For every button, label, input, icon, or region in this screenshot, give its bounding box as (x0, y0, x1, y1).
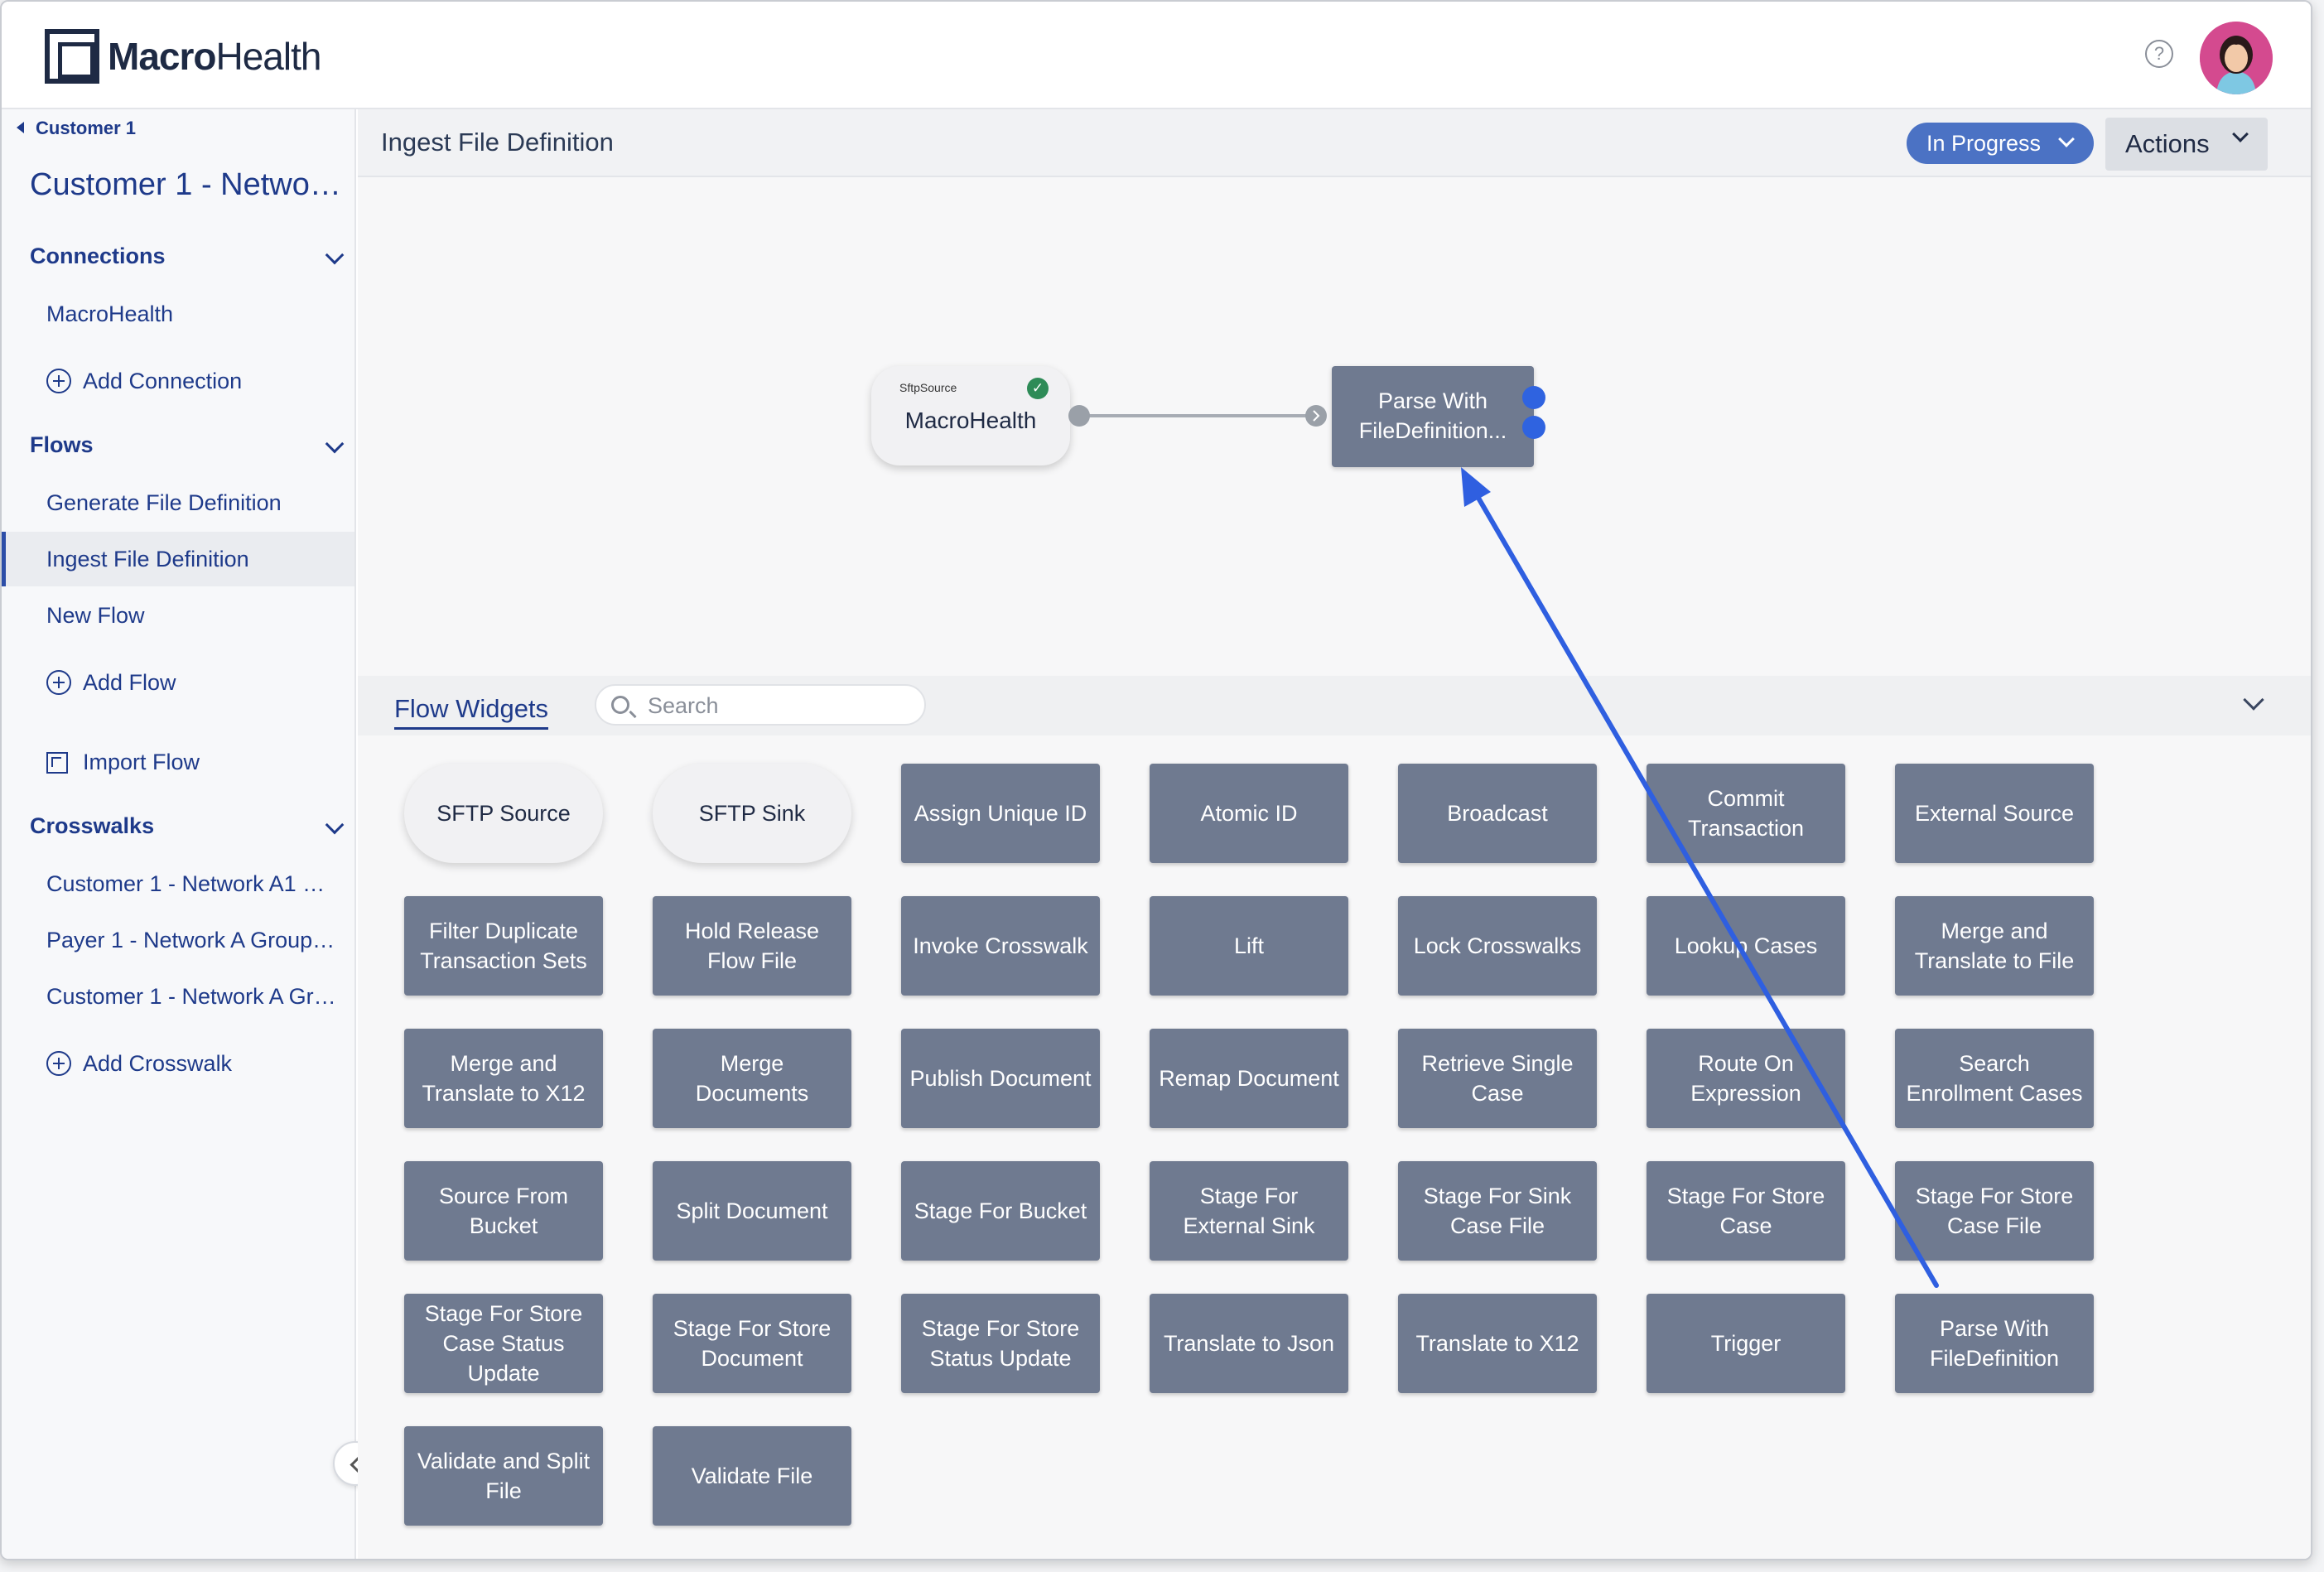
widget-tile[interactable]: Source From Bucket (404, 1161, 603, 1261)
output-port[interactable] (1068, 405, 1090, 427)
widget-tile[interactable]: Stage For Store Document (653, 1294, 851, 1393)
chevron-down-icon (2232, 126, 2249, 142)
chevron-down-icon[interactable] (2243, 689, 2264, 711)
plus-circle-icon (46, 369, 71, 393)
import-flow-button[interactable]: Import Flow (46, 745, 200, 779)
sidebar-item-flow[interactable]: Generate File Definition (2, 475, 354, 530)
caret-left-icon (17, 122, 24, 133)
sidebar-item-connection[interactable]: MacroHealth (2, 287, 354, 341)
flow-header: Ingest File Definition In Progress Actio… (358, 109, 2311, 177)
help-icon[interactable]: ? (2145, 40, 2173, 68)
widget-tile[interactable]: Stage For Sink Case File (1398, 1161, 1597, 1261)
chevron-down-icon (325, 245, 345, 265)
output-port-success[interactable] (1522, 386, 1545, 409)
widget-tile[interactable]: Invoke Crosswalk (901, 896, 1100, 996)
widget-tile[interactable]: Parse With FileDefinition (1895, 1294, 2094, 1393)
widget-search[interactable] (595, 684, 926, 726)
widget-tile[interactable]: SFTP Source (404, 764, 603, 863)
chevron-down-icon (325, 815, 345, 835)
crosswalks-heading[interactable]: Crosswalks (30, 813, 345, 839)
macrohealth-logo[interactable]: MacroHealth (45, 27, 321, 86)
sidebar-item-flow[interactable]: New Flow (2, 588, 354, 643)
status-dropdown[interactable]: In Progress (1907, 123, 2094, 164)
chevron-down-icon (2058, 131, 2075, 147)
project-title: Customer 1 - Network A1 Group Claims (30, 167, 345, 202)
widget-tile[interactable]: Stage For Bucket (901, 1161, 1100, 1261)
sidebar-item-flow-active[interactable]: Ingest File Definition (2, 532, 354, 586)
widget-grid: SFTP Source SFTP Sink Assign Unique ID Atom… (404, 764, 2094, 1526)
widget-tile[interactable]: Trigger (1647, 1294, 1845, 1393)
check-icon: ✓ (1027, 378, 1049, 399)
sidebar: Customer 1 Customer 1 - Network A1 Group… (2, 109, 356, 1559)
widgets-panel-header: Flow Widgets (358, 676, 2311, 735)
widgets-panel: SFTP Source SFTP Sink Assign Unique ID Atom… (358, 735, 2311, 1559)
widget-tile[interactable]: Retrieve Single Case (1398, 1029, 1597, 1128)
widget-tile[interactable]: Remap Document (1150, 1029, 1348, 1128)
widget-tile[interactable]: Validate and Split File (404, 1426, 603, 1526)
top-bar: MacroHealth ? (2, 2, 2311, 109)
app-window: MacroHealth ? Customer 1 Customer 1 - Ne… (0, 0, 2312, 1560)
widget-tile[interactable]: Filter Duplicate Transaction Sets (404, 896, 603, 996)
widget-tile[interactable]: Publish Document (901, 1029, 1100, 1128)
widget-tile[interactable]: Lookup Cases (1647, 896, 1845, 996)
widget-tile[interactable]: Search Enrollment Cases (1895, 1029, 2094, 1128)
widget-tile[interactable]: Stage For Store Status Update (901, 1294, 1100, 1393)
search-icon (611, 696, 629, 714)
user-avatar[interactable] (2200, 22, 2273, 94)
add-connection-button[interactable]: Add Connection (46, 364, 242, 398)
sidebar-item-crosswalk[interactable]: Customer 1 - Network A1 Group Claims (2, 856, 354, 911)
widget-tile[interactable]: Merge and Translate to X12 (404, 1029, 603, 1128)
tab-flow-widgets[interactable]: Flow Widgets (394, 694, 549, 730)
widget-tile[interactable]: Assign Unique ID (901, 764, 1100, 863)
widget-tile[interactable]: Stage For Store Case Status Update (404, 1294, 603, 1393)
widget-tile[interactable]: Lift (1150, 896, 1348, 996)
search-input[interactable] (648, 691, 913, 721)
add-flow-button[interactable]: Add Flow (46, 666, 176, 699)
widget-tile[interactable]: Commit Transaction (1647, 764, 1845, 863)
plus-circle-icon (46, 1051, 71, 1076)
widget-tile[interactable]: Hold Release Flow File (653, 896, 851, 996)
flows-heading[interactable]: Flows (30, 432, 345, 458)
back-link[interactable]: Customer 1 (17, 118, 136, 139)
widget-tile[interactable]: Translate to X12 (1398, 1294, 1597, 1393)
widget-tile[interactable]: Route On Expression (1647, 1029, 1845, 1128)
widget-tile[interactable]: Validate File (653, 1426, 851, 1526)
import-icon (46, 752, 68, 774)
widget-tile[interactable]: SFTP Sink (653, 764, 851, 863)
widget-tile[interactable]: Translate to Json (1150, 1294, 1348, 1393)
widget-tile[interactable]: Stage For Store Case (1647, 1161, 1845, 1261)
logo-mark-icon (45, 29, 99, 84)
connections-heading[interactable]: Connections (30, 244, 345, 269)
chevron-down-icon (325, 434, 345, 454)
widget-tile[interactable]: Stage For Store Case File (1895, 1161, 2094, 1261)
parse-with-filedefinition-node[interactable]: Parse With FileDefinition... (1332, 366, 1534, 467)
widget-tile[interactable]: Atomic ID (1150, 764, 1348, 863)
sidebar-item-crosswalk[interactable]: Customer 1 - Network A Group Claims (2, 969, 354, 1024)
actions-dropdown[interactable]: Actions (2105, 118, 2268, 171)
node-type-label: SftpSource (899, 381, 957, 394)
node-name: MacroHealth (904, 407, 1037, 433)
add-crosswalk-button[interactable]: Add Crosswalk (46, 1047, 232, 1080)
page-title: Ingest File Definition (381, 128, 614, 157)
output-port-failure[interactable] (1522, 416, 1545, 439)
widget-tile[interactable]: Merge Documents (653, 1029, 851, 1128)
widget-tile[interactable]: Split Document (653, 1161, 851, 1261)
input-port[interactable] (1305, 405, 1327, 427)
widget-tile[interactable]: External Source (1895, 764, 2094, 863)
plus-circle-icon (46, 670, 71, 695)
widget-tile[interactable]: Merge and Translate to File (1895, 896, 2094, 996)
widget-tile[interactable]: Broadcast (1398, 764, 1597, 863)
sftp-source-node[interactable]: SftpSource ✓ MacroHealth (871, 366, 1070, 465)
logo-text: MacroHealth (108, 35, 321, 78)
flow-canvas[interactable]: SftpSource ✓ MacroHealth Parse With File… (358, 177, 2311, 676)
widget-tile[interactable]: Stage For External Sink (1150, 1161, 1348, 1261)
widget-tile[interactable]: Lock Crosswalks (1398, 896, 1597, 996)
sidebar-item-crosswalk[interactable]: Payer 1 - Network A Group Claims (2, 913, 354, 967)
